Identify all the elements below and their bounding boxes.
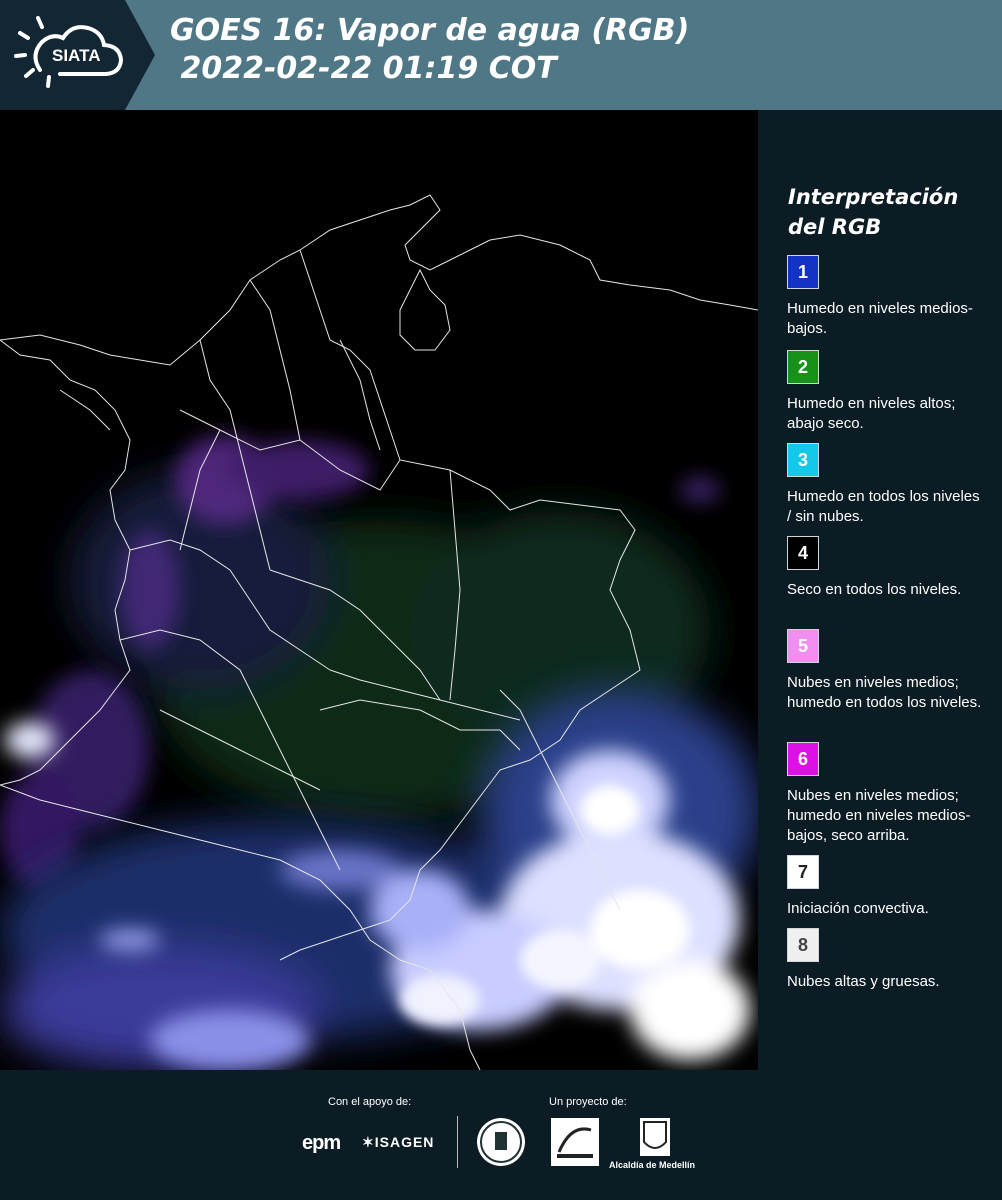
legend-label-3: Humedo en todos los niveles / sin nubes. (787, 488, 980, 525)
footer-divider (457, 1116, 458, 1168)
title-line-1: GOES 16: Vapor de agua (RGB) (170, 13, 690, 48)
legend-item-2: 2 Humedo en niveles altos; abajo seco. (787, 350, 987, 434)
legend-item-6: 6 Nubes en niveles medios; humedo en niv… (787, 742, 987, 846)
legend-label-5: Nubes en niveles medios; humedo en todos… (787, 674, 982, 711)
satellite-map[interactable] (0, 110, 758, 1070)
siata-logo[interactable]: SIATA (0, 0, 155, 110)
header-bar: SIATA GOES 16: Vapor de agua (RGB) 2022-… (0, 0, 1002, 110)
legend-swatch-5: 5 (787, 629, 819, 663)
legend-item-5: 5 Nubes en niveles medios; humedo en tod… (787, 629, 987, 713)
isagen-label: ISAGEN (374, 1134, 435, 1150)
page-title: GOES 16: Vapor de agua (RGB) 2022-02-22 … (170, 12, 689, 88)
medellin-shield-icon[interactable] (640, 1118, 670, 1156)
isagen-logo[interactable]: ✶ISAGEN (362, 1134, 434, 1151)
support-label: Con el apoyo de: (328, 1096, 412, 1108)
legend-label-1: Humedo en niveles medios-bajos. (787, 300, 973, 337)
legend-swatch-8: 8 (787, 928, 819, 962)
legend-label-7: Iniciación convectiva. (787, 900, 929, 917)
legend-item-4: 4 Seco en todos los niveles. (787, 536, 987, 600)
legend-label-8: Nubes altas y gruesas. (787, 973, 940, 990)
title-line-2: 2022-02-22 01:19 COT (170, 51, 557, 86)
legend-swatch-4: 4 (787, 536, 819, 570)
legend-label-4: Seco en todos los niveles. (787, 581, 962, 598)
university-seal-icon[interactable] (477, 1118, 525, 1166)
area-metropolitana-logo[interactable] (551, 1118, 599, 1166)
legend-title: Interpretación del RGB (788, 185, 959, 239)
legend-swatch-6: 6 (787, 742, 819, 776)
medellin-label: Alcaldía de Medellín (609, 1160, 696, 1170)
legend-label-2: Humedo en niveles altos; abajo seco. (787, 395, 956, 432)
legend-swatch-2: 2 (787, 350, 819, 384)
legend-item-3: 3 Humedo en todos los niveles / sin nube… (787, 443, 987, 527)
legend-item-7: 7 Iniciación convectiva. (787, 855, 987, 919)
satellite-water-vapor-map-icon (0, 110, 758, 1070)
project-label: Un proyecto de: (549, 1096, 627, 1108)
legend-swatch-3: 3 (787, 443, 819, 477)
footer: Con el apoyo de: epm ✶ISAGEN Un proyecto… (0, 1070, 1002, 1200)
siata-logo-text: SIATA (52, 46, 100, 65)
legend-swatch-1: 1 (787, 255, 819, 289)
isagen-star-icon: ✶ (362, 1134, 375, 1150)
legend-item-8: 8 Nubes altas y gruesas. (787, 928, 987, 992)
legend-swatch-7: 7 (787, 855, 819, 889)
legend-label-6: Nubes en niveles medios; humedo en nivel… (787, 787, 971, 844)
legend-panel: Interpretación del RGB 1 Humedo en nivel… (760, 110, 1002, 1070)
legend-item-1: 1 Humedo en niveles medios-bajos. (787, 255, 987, 339)
epm-logo[interactable]: epm (302, 1132, 341, 1155)
